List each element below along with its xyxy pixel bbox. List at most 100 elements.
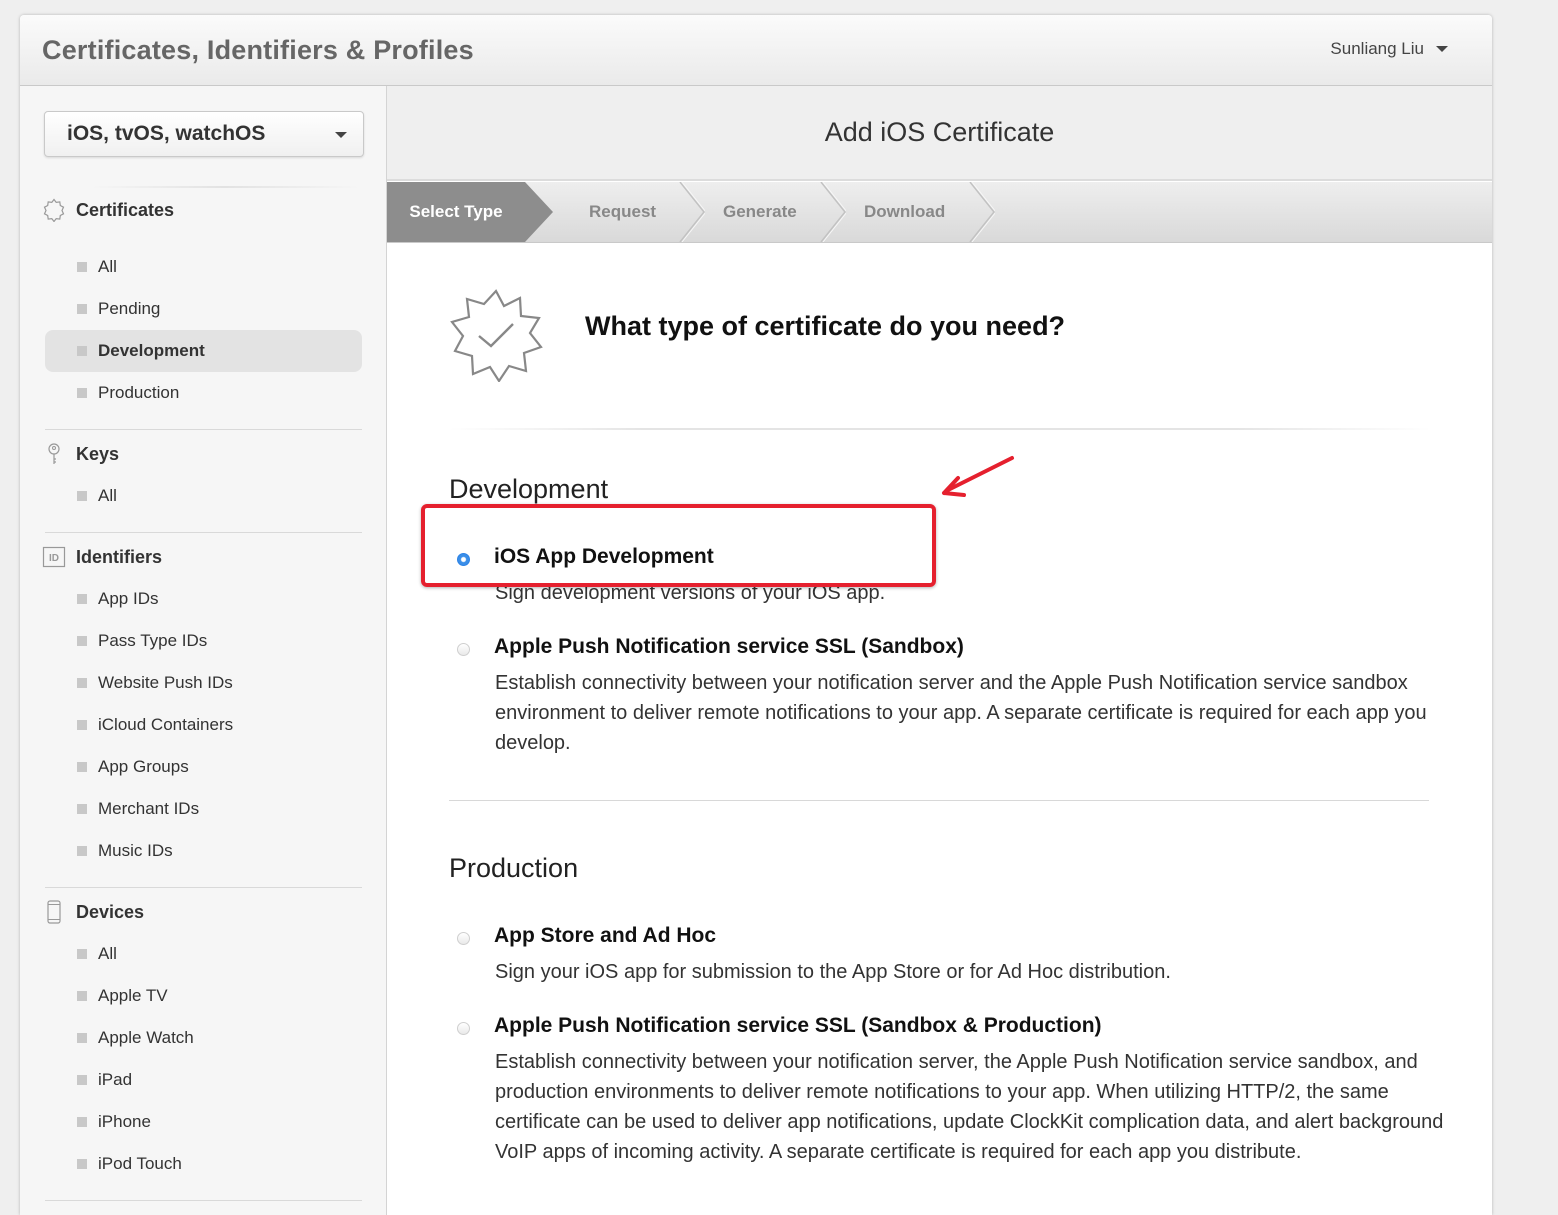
user-menu[interactable]: Sunliang Liu <box>1330 39 1448 59</box>
sidebar-item-label: Music IDs <box>98 841 173 860</box>
sidebar-item-iphone[interactable]: iPhone <box>45 1101 362 1143</box>
bullet <box>77 346 87 356</box>
step-generate[interactable]: Generate <box>723 182 797 242</box>
certificate-check-icon <box>450 289 543 382</box>
bullet <box>77 846 87 856</box>
option-description: Sign your iOS app for submission to the … <box>495 961 1171 983</box>
sidebar-item-label: All <box>98 486 117 505</box>
step-progress-bar: Select Type Request Generate Download <box>387 182 1492 243</box>
sidebar-item-devices-all[interactable]: All <box>45 933 362 975</box>
sidebar-item-label: Pass Type IDs <box>98 631 208 650</box>
app-title: Certificates, Identifiers & Profiles <box>42 35 474 65</box>
divider <box>45 429 362 430</box>
sidebar-item-certificates-all[interactable]: All <box>45 246 362 288</box>
sidebar-item-label: iPad <box>98 1070 133 1089</box>
platform-select[interactable]: iOS, tvOS, watchOS <box>44 111 364 157</box>
sidebar-item-label: Apple TV <box>98 986 168 1005</box>
option-title: Apple Push Notification service SSL (San… <box>494 635 964 658</box>
step-arrow <box>525 182 553 242</box>
sidebar-item-website-push-ids[interactable]: Website Push IDs <box>45 662 362 704</box>
option-title: Apple Push Notification service SSL (San… <box>494 1014 1102 1037</box>
radio-apns-sandbox-production[interactable] <box>457 1022 470 1035</box>
sidebar-section-certificates[interactable]: Certificates <box>42 195 174 225</box>
page-title: Add iOS Certificate <box>387 86 1492 181</box>
bullet <box>77 304 87 314</box>
bullet <box>77 388 87 398</box>
device-phone-icon <box>42 900 66 924</box>
bullet <box>77 991 87 1001</box>
portal-window: Certificates, Identifiers & Profiles Sun… <box>20 15 1492 1215</box>
id-icon: ID <box>42 545 66 569</box>
sidebar-item-certificates-development[interactable]: Development <box>45 330 362 372</box>
sidebar-item-ipod-touch[interactable]: iPod Touch <box>45 1143 362 1185</box>
radio-app-store-ad-hoc[interactable] <box>457 932 470 945</box>
sidebar-item-label: iCloud Containers <box>98 715 234 734</box>
sidebar: iOS, tvOS, watchOS Certificates All Pend… <box>20 86 387 1215</box>
sidebar-item-keys-all[interactable]: All <box>45 475 362 517</box>
bullet <box>77 1117 87 1127</box>
certificate-badge-icon <box>42 198 66 222</box>
sidebar-item-label: All <box>98 944 117 963</box>
option-description: Establish connectivity between your noti… <box>495 672 1427 754</box>
bullet <box>77 1159 87 1169</box>
sidebar-item-label: App Groups <box>98 757 189 776</box>
bullet <box>77 262 87 272</box>
divider <box>449 428 1431 430</box>
sidebar-item-icloud-containers[interactable]: iCloud Containers <box>45 704 362 746</box>
sidebar-item-certificates-pending[interactable]: Pending <box>45 288 362 330</box>
sidebar-section-keys[interactable]: Keys <box>42 439 119 469</box>
sidebar-section-title: Keys <box>76 443 120 464</box>
sidebar-section-title: Devices <box>76 901 145 922</box>
chevron-down-icon <box>1436 46 1448 52</box>
divider <box>90 186 360 188</box>
step-select-type[interactable]: Select Type <box>387 182 525 242</box>
sidebar-item-apple-tv[interactable]: Apple TV <box>45 975 362 1017</box>
sidebar-item-ipad[interactable]: iPad <box>45 1059 362 1101</box>
bullet <box>77 678 87 688</box>
question-heading: What type of certificate do you need? <box>585 311 1066 341</box>
divider <box>45 1200 362 1201</box>
sidebar-item-label: Apple Watch <box>98 1028 194 1047</box>
bullet <box>77 949 87 959</box>
sidebar-item-label: Merchant IDs <box>98 799 200 818</box>
sidebar-item-label: Pending <box>98 299 161 318</box>
sidebar-item-certificates-production[interactable]: Production <box>45 372 362 414</box>
sidebar-item-app-groups[interactable]: App Groups <box>45 746 362 788</box>
sidebar-item-apple-watch[interactable]: Apple Watch <box>45 1017 362 1059</box>
svg-text:ID: ID <box>49 553 59 564</box>
main-content: Add iOS Certificate Select Type Request … <box>387 86 1492 1215</box>
bullet <box>77 720 87 730</box>
option-description: Establish connectivity between your noti… <box>495 1051 1444 1163</box>
divider <box>449 800 1429 801</box>
annotation-arrow-icon <box>942 456 1014 497</box>
sidebar-item-merchant-ids[interactable]: Merchant IDs <box>45 788 362 830</box>
sidebar-item-label: All <box>98 257 117 276</box>
sidebar-item-label: Production <box>98 383 180 402</box>
step-download[interactable]: Download <box>864 182 945 242</box>
step-request[interactable]: Request <box>589 182 656 242</box>
chevron-down-icon <box>335 132 347 138</box>
step-separator-icon <box>820 182 846 242</box>
bullet <box>77 1033 87 1043</box>
step-separator-icon <box>969 182 995 242</box>
sidebar-item-pass-type-ids[interactable]: Pass Type IDs <box>45 620 362 662</box>
sidebar-item-app-ids[interactable]: App IDs <box>45 578 362 620</box>
sidebar-section-identifiers[interactable]: ID Identifiers <box>42 542 162 572</box>
bullet <box>77 1075 87 1085</box>
sidebar-item-label: iPod Touch <box>98 1154 182 1173</box>
bullet <box>77 594 87 604</box>
sidebar-item-music-ids[interactable]: Music IDs <box>45 830 362 872</box>
bullet <box>77 491 87 501</box>
bullet <box>77 762 87 772</box>
group-title-production: Production <box>449 853 579 883</box>
sidebar-item-label: Website Push IDs <box>98 673 233 692</box>
radio-apns-sandbox[interactable] <box>457 643 470 656</box>
option-title: App Store and Ad Hoc <box>494 924 717 947</box>
sidebar-item-label: App IDs <box>98 589 159 608</box>
bullet <box>77 636 87 646</box>
sidebar-item-label: Development <box>98 341 205 360</box>
sidebar-section-devices[interactable]: Devices <box>42 897 144 927</box>
top-bar: Certificates, Identifiers & Profiles Sun… <box>20 15 1492 86</box>
sidebar-item-label: iPhone <box>98 1112 151 1131</box>
step-separator-icon <box>679 182 705 242</box>
